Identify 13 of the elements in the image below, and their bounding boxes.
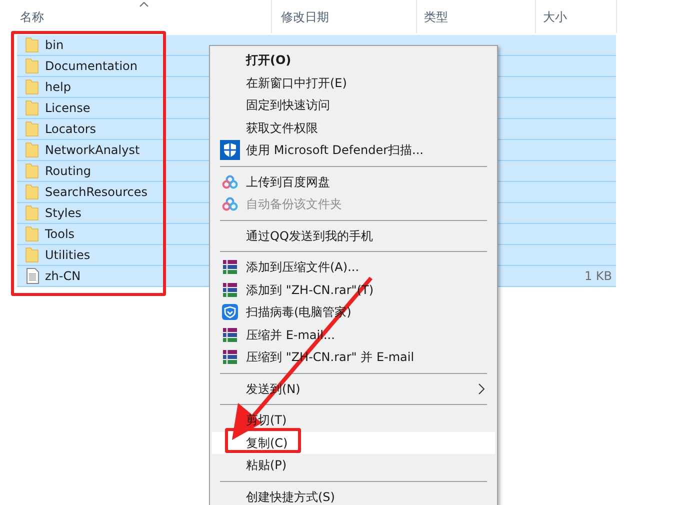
file-size: 1 KB	[584, 268, 613, 285]
file-name: Utilities	[45, 247, 92, 264]
file-name: SearchResources	[45, 184, 149, 201]
file-name: License	[45, 100, 92, 117]
file-name: bin	[45, 37, 65, 54]
file-name: help	[45, 79, 72, 96]
file-name: Styles	[45, 205, 82, 222]
file-name: Routing	[45, 163, 92, 180]
file-name: NetworkAnalyst	[45, 142, 141, 159]
file-name: Documentation	[45, 58, 139, 75]
file-name: zh-CN	[45, 268, 82, 285]
file-name: Tools	[45, 226, 76, 243]
file-name: Locators	[45, 121, 97, 138]
